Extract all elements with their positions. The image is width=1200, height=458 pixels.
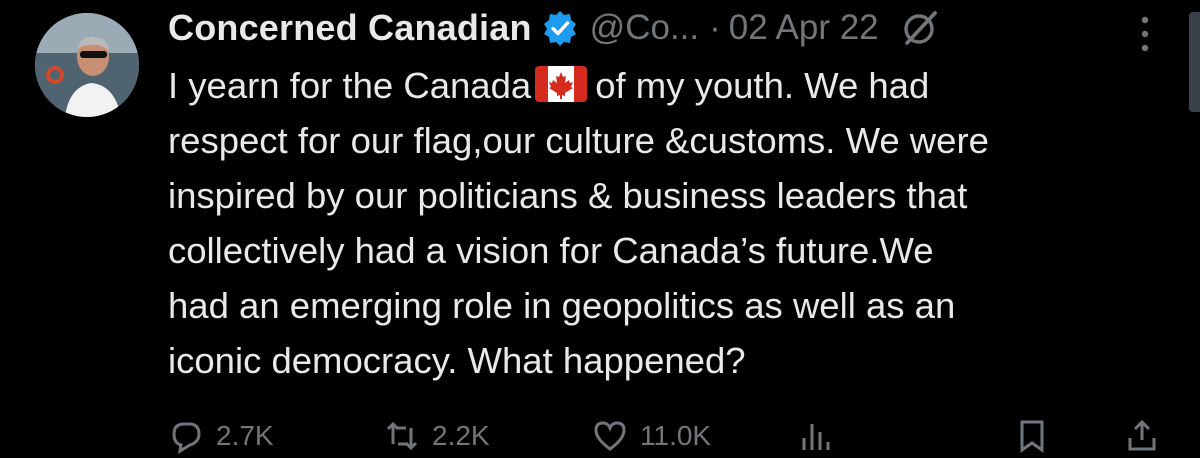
like-button[interactable]: 11.0K <box>592 418 711 454</box>
tweet-text-line: collectively had a vision for Canada’s f… <box>168 230 934 271</box>
tweet-text-line: had an emerging role in geopolitics as w… <box>168 285 956 326</box>
verified-badge-icon[interactable] <box>542 10 578 46</box>
reply-count: 2.7K <box>216 420 274 451</box>
tweet-text-line: I yearn for the Canada of my youth. We h… <box>168 58 1178 113</box>
avatar[interactable] <box>35 13 139 117</box>
tweet-text-line: respect for our flag,our culture &custom… <box>168 120 989 161</box>
tweet-text: I yearn for the Canada of my youth. We h… <box>168 58 1178 388</box>
scrollbar[interactable] <box>1189 12 1200 112</box>
reply-button[interactable]: 2.7K <box>168 418 274 454</box>
author-display-name[interactable]: Concerned Canadian <box>168 7 532 49</box>
retweet-icon <box>386 421 418 451</box>
tweet-text-segment: I yearn for the Canada <box>168 65 532 106</box>
grok-icon[interactable] <box>901 9 939 47</box>
canada-flag-icon <box>535 62 588 102</box>
tweet-text-line: inspired by our politicians & business l… <box>168 175 968 216</box>
views-icon <box>802 424 830 450</box>
share-icon <box>1128 419 1156 451</box>
more-options-icon[interactable] <box>1134 12 1156 56</box>
retweet-button[interactable]: 2.2K <box>384 418 490 454</box>
separator-dot: · <box>709 8 721 47</box>
reply-icon <box>172 422 201 454</box>
tweet-actions: 2.7K 2.2K 11.0K <box>168 418 1168 458</box>
tweet-header: Concerned Canadian @Co... · 02 Apr 22 <box>168 4 939 52</box>
tweet[interactable]: Concerned Canadian @Co... · 02 Apr 22 I … <box>0 0 1200 454</box>
author-handle[interactable]: @Co... <box>590 8 699 48</box>
tweet-text-line: iconic democracy. What happened? <box>168 340 746 381</box>
like-icon <box>594 421 626 451</box>
tweet-date[interactable]: 02 Apr 22 <box>729 8 879 48</box>
share-button[interactable] <box>1124 418 1172 454</box>
bookmark-icon <box>1020 420 1044 453</box>
tweet-text-segment: of my youth. We had <box>595 65 930 106</box>
retweet-count: 2.2K <box>432 420 490 451</box>
views-button[interactable] <box>798 418 846 454</box>
bookmark-button[interactable] <box>1014 418 1062 454</box>
like-count: 11.0K <box>640 420 712 451</box>
